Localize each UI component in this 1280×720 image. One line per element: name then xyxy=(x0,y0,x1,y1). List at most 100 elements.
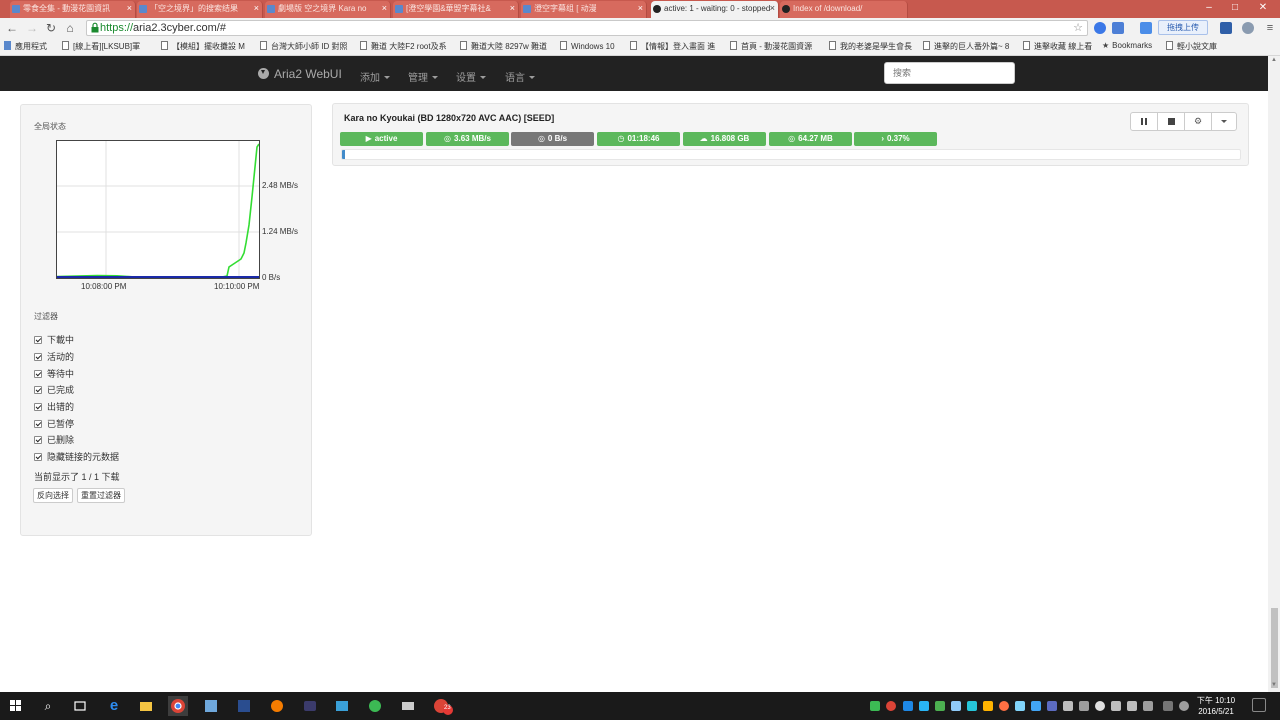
bookmark-star-icon[interactable]: ☆ xyxy=(1073,21,1083,35)
settings-button[interactable]: ⚙ xyxy=(1185,113,1212,130)
back-icon[interactable]: ← xyxy=(4,20,20,36)
tray-icon[interactable] xyxy=(870,701,880,711)
close-tab-icon[interactable]: × xyxy=(382,1,387,16)
cloud-icon[interactable] xyxy=(1095,701,1105,711)
address-bar[interactable]: https://aria2.3cyber.com/# ☆ xyxy=(86,20,1088,36)
page-scrollbar[interactable] xyxy=(1268,56,1280,692)
tray-icon[interactable] xyxy=(935,701,945,711)
tray-icon[interactable] xyxy=(1031,701,1041,711)
file-explorer-icon[interactable] xyxy=(136,696,156,716)
profile-icon[interactable] xyxy=(1242,22,1254,34)
network-icon[interactable] xyxy=(1127,701,1137,711)
reload-icon[interactable]: ↻ xyxy=(43,20,59,36)
browser-tab[interactable]: [澄空學園&華盟字幕社& × xyxy=(393,1,519,18)
close-tab-icon[interactable]: × xyxy=(510,1,515,16)
upload-button[interactable]: 拖拽上传 xyxy=(1158,20,1208,35)
bookmark-item[interactable]: 台灣大師小師 ID 對照 xyxy=(260,41,347,52)
system-clock[interactable]: 下午 10:10 2016/5/21 xyxy=(1192,695,1240,717)
menu-settings[interactable]: 设置 xyxy=(456,69,486,84)
tray-icon[interactable] xyxy=(886,701,896,711)
volume-icon[interactable] xyxy=(1111,701,1121,711)
tray-icon[interactable] xyxy=(951,701,961,711)
bookmark-item[interactable]: 難道 大陸F2 root及系 xyxy=(360,41,447,52)
translate-icon[interactable] xyxy=(1112,22,1124,34)
forward-icon[interactable]: → xyxy=(24,20,40,36)
search-input[interactable] xyxy=(884,62,1015,84)
app-icon[interactable] xyxy=(332,696,352,716)
app-icon[interactable] xyxy=(398,696,418,716)
filter-waiting[interactable]: 等待中 xyxy=(34,367,74,380)
menu-add[interactable]: 添加 xyxy=(360,69,390,84)
menu-manage[interactable]: 管理 xyxy=(408,69,438,84)
app-icon[interactable] xyxy=(365,696,385,716)
browser-tab[interactable]: 零食全集 - 動漫花園資訊 × xyxy=(10,1,136,18)
filter-downloading[interactable]: 下載中 xyxy=(34,333,74,346)
bookmark-folder[interactable]: ★ Bookmarks xyxy=(1102,41,1152,50)
checkbox-checked-icon[interactable] xyxy=(34,453,42,461)
checkbox-checked-icon[interactable] xyxy=(34,420,42,428)
edge-browser-icon[interactable]: e xyxy=(104,696,124,716)
close-window-icon[interactable]: ✕ xyxy=(1250,0,1276,18)
filter-hide-metadata[interactable]: 隐藏链接的元数据 xyxy=(34,450,119,463)
bookmark-item[interactable]: 進擊收藏 線上看 xyxy=(1023,41,1092,52)
bookmark-item[interactable]: 進擊的巨人番外篇~ 8 xyxy=(923,41,1009,52)
browser-tab[interactable]: Index of /download/ xyxy=(780,1,908,18)
tray-icon[interactable] xyxy=(1063,701,1073,711)
filter-paused[interactable]: 已暂停 xyxy=(34,417,74,430)
tray-icon[interactable] xyxy=(919,701,929,711)
extension-icon[interactable] xyxy=(1094,22,1106,34)
bookmark-item[interactable]: 【模組】擺收攤設 M xyxy=(161,41,245,52)
close-tab-icon[interactable]: × xyxy=(127,1,132,16)
home-icon[interactable]: ⌂ xyxy=(62,20,78,36)
stop-button[interactable] xyxy=(1158,113,1185,130)
chrome-icon[interactable] xyxy=(168,696,188,716)
scrollbar-thumb[interactable] xyxy=(1271,608,1278,688)
menu-language[interactable]: 语言 xyxy=(505,69,535,84)
ime-icon[interactable] xyxy=(1179,701,1189,711)
keyboard-icon[interactable] xyxy=(1163,701,1173,711)
checkbox-checked-icon[interactable] xyxy=(34,370,42,378)
bookmark-item[interactable]: Windows 10 xyxy=(560,41,615,51)
app-icon[interactable] xyxy=(300,696,320,716)
checkbox-checked-icon[interactable] xyxy=(34,386,42,394)
tray-icon[interactable] xyxy=(967,701,977,711)
tray-icon[interactable] xyxy=(903,701,913,711)
browser-tab[interactable]: 劇場版 空之境界 Kara no × xyxy=(265,1,391,18)
pen-icon[interactable] xyxy=(1143,701,1153,711)
checkbox-checked-icon[interactable] xyxy=(34,403,42,411)
app-icon[interactable] xyxy=(234,696,254,716)
tray-icon[interactable] xyxy=(1015,701,1025,711)
pause-button[interactable] xyxy=(1131,113,1158,130)
filter-error[interactable]: 出错的 xyxy=(34,400,74,413)
task-view-icon[interactable] xyxy=(70,696,90,716)
minimize-window-icon[interactable]: – xyxy=(1196,0,1222,18)
download-item[interactable]: Kara no Kyoukai (BD 1280x720 AVC AAC) [S… xyxy=(332,103,1249,166)
bookmark-item[interactable]: 我的老婆是學生會長 xyxy=(829,41,912,52)
menu-icon[interactable]: ≡ xyxy=(1262,20,1278,36)
bookmark-item[interactable]: 首頁 - 動漫花園資源 xyxy=(730,41,812,52)
scroll-up-icon[interactable]: ▲ xyxy=(1268,57,1280,67)
checkbox-checked-icon[interactable] xyxy=(34,336,42,344)
invert-selection-button[interactable]: 反向选择 xyxy=(33,488,73,503)
app-icon[interactable] xyxy=(267,696,287,716)
brand[interactable]: Aria2 WebUI xyxy=(258,67,342,81)
cloud-extension-icon[interactable] xyxy=(1140,22,1152,34)
bookmark-item[interactable]: 難道大陸 8297w 難道 xyxy=(460,41,547,52)
tray-icon[interactable] xyxy=(1047,701,1057,711)
browser-tab[interactable]: 澄空字幕组 [ 动漫 × xyxy=(521,1,647,18)
bookmark-item[interactable]: 【情報】登入畫面 進 xyxy=(630,41,715,52)
app-with-badge-icon[interactable]: 23 xyxy=(431,696,455,716)
close-tab-icon[interactable]: × xyxy=(254,1,259,16)
filter-active[interactable]: 活动的 xyxy=(34,350,74,363)
start-button[interactable] xyxy=(6,696,26,716)
filter-complete[interactable]: 已完成 xyxy=(34,383,74,396)
reset-filters-button[interactable]: 重置过滤器 xyxy=(77,488,125,503)
notifications-icon[interactable] xyxy=(1252,698,1266,712)
checkbox-checked-icon[interactable] xyxy=(34,436,42,444)
close-tab-icon[interactable]: × xyxy=(770,1,775,16)
close-tab-icon[interactable]: × xyxy=(638,1,643,16)
browser-tab[interactable]: 「空之境界」的搜索结果 × xyxy=(137,1,263,18)
scroll-down-icon[interactable]: ▼ xyxy=(1268,682,1280,692)
bookmark-item[interactable]: [線上看][LKSUB]軍 xyxy=(62,41,140,52)
maximize-window-icon[interactable]: □ xyxy=(1222,0,1248,18)
